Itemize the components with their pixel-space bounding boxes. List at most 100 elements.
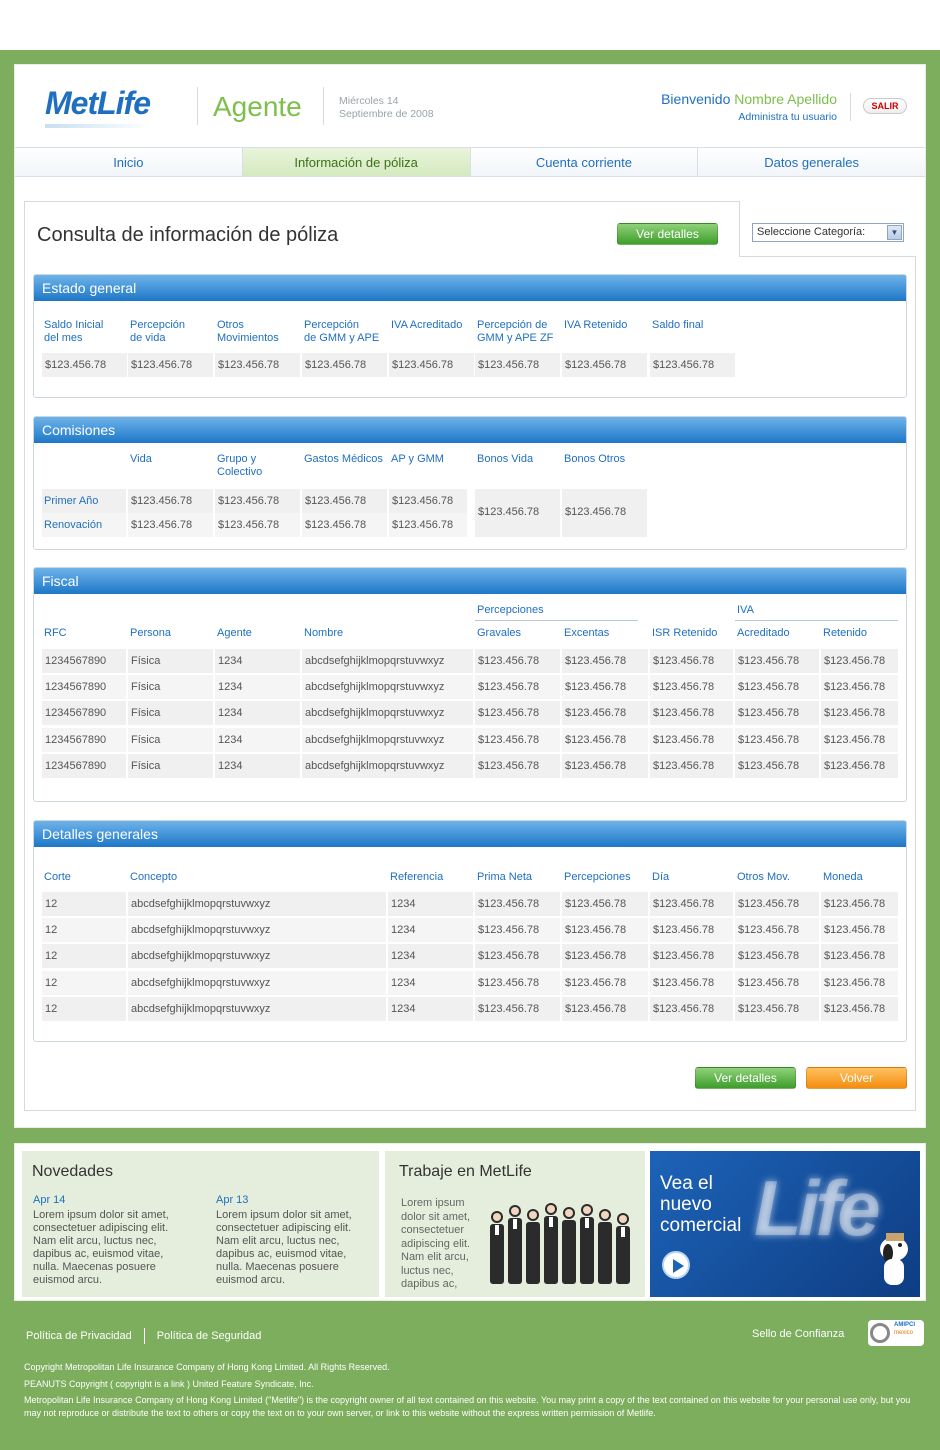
nav-tab[interactable]: Información de póliza (242, 148, 471, 176)
table-cell: 1234 (218, 733, 243, 746)
column-header: Gravales (477, 627, 522, 639)
chevron-down-icon[interactable]: ▼ (887, 225, 902, 240)
amipci-seal-icon[interactable]: AMIPCI mexico (868, 1320, 924, 1346)
cell-divider (126, 944, 128, 969)
category-tab: Seleccione Categoría: ▼ (739, 201, 916, 257)
column-header: Otros Mov. (737, 871, 790, 883)
section-title: Agente (213, 91, 302, 122)
news-box: Novedades Apr 14 Lorem ipsum dolor sit a… (22, 1151, 379, 1297)
cell-divider (819, 944, 821, 969)
panel-title: Detalles generales (34, 821, 906, 847)
cell-divider (648, 944, 650, 969)
table-cell: abcdsefghijklmopqrstuvwxyz (305, 759, 445, 772)
view-details-button-bottom[interactable]: Ver detalles (695, 1067, 796, 1089)
table-cell: $123.456.78 (653, 976, 715, 989)
cell-divider (213, 727, 215, 752)
security-policy-link[interactable]: Política de Seguridad (157, 1330, 262, 1342)
nav-tab[interactable]: Datos generales (698, 148, 925, 176)
commercial-banner[interactable]: Life Vea el nuevo comercial (650, 1151, 920, 1297)
column-header-line: Percepción de (477, 319, 548, 331)
cell-divider (386, 918, 388, 943)
cell-divider (733, 727, 735, 752)
column-header: Concepto (130, 871, 178, 883)
cell-divider (560, 675, 562, 700)
table-cell: Física (131, 759, 161, 772)
table-cell: $123.456.78 (653, 681, 715, 694)
table-cell: $123.456.78 (565, 681, 627, 694)
cell-divider (733, 918, 735, 943)
cell-divider (733, 675, 735, 700)
cell-divider (126, 753, 128, 778)
seal-circle (870, 1323, 890, 1343)
peanuts-copyright-link[interactable]: PEANUTS Copyright ( copyright is a link … (24, 1379, 314, 1389)
table-cell: $123.456.78 (478, 733, 540, 746)
table-cell: 1234 (218, 655, 243, 667)
privacy-policy-link[interactable]: Política de Privacidad (26, 1330, 132, 1342)
commercial-line: Vea el (660, 1173, 713, 1194)
view-details-button[interactable]: Ver detalles (617, 223, 718, 245)
column-header: ISR Retenido (652, 627, 718, 639)
admin-user-link[interactable]: Administra tu usuario (738, 111, 837, 123)
column-header-line: Grupo y (217, 453, 257, 465)
cell-divider (560, 996, 562, 1021)
copyright: Copyright Metropolitan Life Insurance Co… (24, 1361, 914, 1419)
news-date[interactable]: Apr 13 (216, 1194, 248, 1206)
table-cell: $123.456.78 (738, 976, 800, 989)
table-cell: 1234 (391, 976, 416, 989)
table-cell: $123.456.78 (653, 733, 715, 746)
table-cell: $123.456.78 (392, 359, 454, 371)
header-divider (850, 93, 851, 121)
careers-box[interactable]: Trabaje en MetLife Lorem ipsum dolor sit… (385, 1151, 645, 1297)
table-cell: $123.456.78 (478, 655, 540, 667)
table-cell: 1234567890 (45, 733, 107, 746)
table-cell: $123.456.78 (653, 1002, 715, 1015)
table-cell: $123.456.78 (131, 495, 193, 507)
table-cell: $123.456.78 (824, 898, 886, 910)
cell-divider (213, 649, 215, 673)
cell-divider (648, 753, 650, 778)
news-date[interactable]: Apr 14 (33, 1194, 65, 1206)
cell-divider (733, 996, 735, 1021)
current-date: Miércoles 14 Septiembre de 2008 (339, 95, 434, 121)
main-frame: MetLife Agente Miércoles 14 Septiembre d… (14, 64, 926, 1128)
cell-divider (126, 675, 128, 700)
cell-divider (560, 727, 562, 752)
table-cell: $123.456.78 (392, 519, 454, 531)
copyright-notice: Metropolitan Life Insurance Company of H… (24, 1395, 911, 1418)
table-cell: $123.456.78 (738, 681, 800, 694)
back-button[interactable]: Volver (806, 1067, 907, 1089)
table-cell: $123.456.78 (218, 359, 280, 371)
cell-divider (560, 649, 562, 673)
column-header: Gastos Médicos (304, 453, 383, 466)
category-select[interactable]: Seleccione Categoría: ▼ (752, 223, 904, 242)
table-cell: 12 (45, 924, 58, 937)
table-cell: $123.456.78 (478, 976, 540, 989)
column-header-line: IVA Retenido (564, 319, 628, 331)
column-header: Día (652, 871, 670, 883)
column-header: Agente (217, 627, 252, 639)
cell-divider (300, 513, 302, 537)
column-header-line: GMM y APE ZF (477, 332, 554, 344)
cell-divider (386, 944, 388, 969)
table-cell: 1234567890 (45, 707, 107, 720)
table-cell: abcdsefghijklmopqrstuvwxyz (131, 924, 271, 937)
table-cell: $123.456.78 (653, 924, 715, 937)
column-header: Referencia (390, 871, 444, 883)
table-cell: $123.456.78 (824, 759, 886, 772)
table-cell: $123.456.78 (478, 924, 540, 937)
group-header: IVA (737, 604, 754, 616)
table-cell: $123.456.78 (738, 655, 800, 667)
cell-divider (733, 649, 735, 673)
cell-divider (387, 513, 389, 537)
nav-tab[interactable]: Inicio (15, 148, 243, 176)
user-name: Nombre Apellido (734, 91, 837, 107)
nav-tab[interactable]: Cuenta corriente (471, 148, 699, 176)
logout-button[interactable]: SALIR (863, 98, 907, 114)
cell-divider (560, 753, 562, 778)
metlife-logo[interactable]: MetLife (45, 85, 151, 128)
table-cell: $123.456.78 (392, 495, 454, 507)
date-line-2: Septiembre de 2008 (339, 108, 434, 120)
play-icon[interactable] (662, 1251, 690, 1279)
footer-divider (143, 1328, 145, 1344)
cell-divider (733, 892, 735, 916)
